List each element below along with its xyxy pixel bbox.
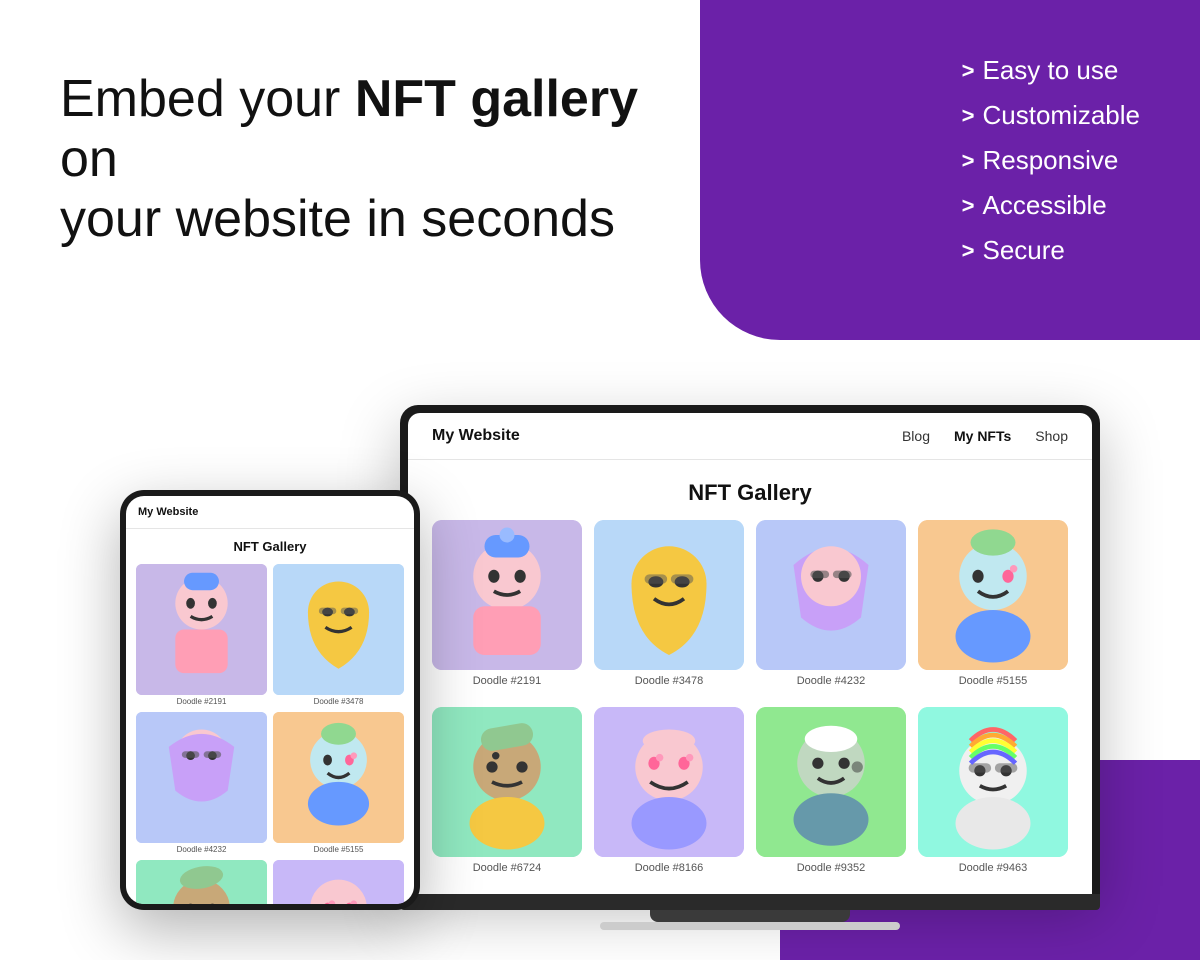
laptop-foot <box>600 922 900 930</box>
laptop-nft-label-5155: Doodle #5155 <box>959 675 1028 687</box>
feature-responsive: Responsive <box>962 145 1140 176</box>
laptop-nft-avatar-9463 <box>918 707 1068 857</box>
laptop-nft-6724: Doodle #6724 <box>432 707 582 874</box>
laptop-screen-wrapper: My Website Blog My NFTs Shop NFT Gallery <box>400 405 1100 894</box>
laptop-base <box>400 894 1100 910</box>
laptop-nft-avatar-5155 <box>918 520 1068 670</box>
nft-avatar-6724 <box>136 860 267 904</box>
feature-easy: Easy to use <box>962 55 1140 86</box>
laptop-nav-links: Blog My NFTs Shop <box>902 428 1068 444</box>
laptop-nft-avatar-8166 <box>594 707 744 857</box>
laptop-nft-9352: Doodle #9352 <box>756 707 906 874</box>
laptop-nft-avatar-2191 <box>432 520 582 670</box>
laptop-nft-avatar-6724 <box>432 707 582 857</box>
headline-line2: your website in seconds <box>60 190 615 248</box>
laptop-screen: My Website Blog My NFTs Shop NFT Gallery <box>408 413 1092 894</box>
feature-accessible: Accessible <box>962 190 1140 221</box>
tablet-screen: My Website NFT Gallery <box>126 496 414 904</box>
laptop-nft-2191: Doodle #2191 <box>432 520 582 687</box>
tablet-nft-6: Doodle #8166 <box>273 860 404 904</box>
tablet-nft-5: Doodle #6724 <box>136 860 267 904</box>
laptop-nft-3478: Doodle #3478 <box>594 520 744 687</box>
laptop-nft-avatar-3478 <box>594 520 744 670</box>
laptop-stand <box>650 910 850 922</box>
main-content: Embed your NFT gallery on your website i… <box>0 0 1200 960</box>
feature-customizable: Customizable <box>962 100 1140 131</box>
tablet-nft-label-4: Doodle #5155 <box>314 845 364 854</box>
nft-avatar-5155 <box>273 712 404 843</box>
nav-shop[interactable]: Shop <box>1035 428 1068 444</box>
tablet-device: My Website NFT Gallery <box>120 490 420 910</box>
laptop-nft-avatar-4232 <box>756 520 906 670</box>
laptop-device: My Website Blog My NFTs Shop NFT Gallery <box>400 405 1100 930</box>
tablet-gallery-title: NFT Gallery <box>126 529 414 564</box>
nft-avatar-2191 <box>136 564 267 695</box>
devices-container: My Website NFT Gallery <box>50 405 1170 930</box>
laptop-nft-label-3478: Doodle #3478 <box>635 675 704 687</box>
features-list: Easy to use Customizable Responsive Acce… <box>962 55 1140 280</box>
laptop-nft-label-9352: Doodle #9352 <box>797 862 866 874</box>
laptop-nft-label-2191: Doodle #2191 <box>473 675 542 687</box>
laptop-nft-label-6724: Doodle #6724 <box>473 862 542 874</box>
laptop-nft-avatar-9352 <box>756 707 906 857</box>
tablet-nft-4: Doodle #5155 <box>273 712 404 854</box>
laptop-grid-row1: Doodle #2191 <box>408 520 1092 707</box>
nft-avatar-8166 <box>273 860 404 904</box>
headline-nft-gallery: NFT gallery <box>355 70 638 128</box>
laptop-nft-9463: Doodle #9463 <box>918 707 1068 874</box>
nav-my-nfts[interactable]: My NFTs <box>954 428 1011 444</box>
tablet-nft-label-1: Doodle #2191 <box>177 697 227 706</box>
headline: Embed your NFT gallery on your website i… <box>60 70 680 249</box>
tablet-nft-label-3: Doodle #4232 <box>177 845 227 854</box>
laptop-nft-5155: Doodle #5155 <box>918 520 1068 687</box>
headline-line1-prefix: Embed your <box>60 70 355 128</box>
tablet-grid: Doodle #2191 <box>126 564 414 904</box>
headline-line1-end: on <box>60 130 118 188</box>
nft-avatar-4232 <box>136 712 267 843</box>
nft-avatar-3478 <box>273 564 404 695</box>
laptop-nft-4232: Doodle #4232 <box>756 520 906 687</box>
tablet-logo: My Website <box>138 506 198 518</box>
tablet-nav: My Website <box>126 496 414 529</box>
laptop-grid-row2: Doodle #6724 <box>408 707 1092 894</box>
laptop-nft-label-8166: Doodle #8166 <box>635 862 704 874</box>
tablet-nft-3: Doodle #4232 <box>136 712 267 854</box>
tablet-nft-2: Doodle #3478 <box>273 564 404 706</box>
tablet-nft-label-2: Doodle #3478 <box>314 697 364 706</box>
laptop-nav-logo: My Website <box>432 427 520 445</box>
laptop-nft-label-4232: Doodle #4232 <box>797 675 866 687</box>
laptop-nav: My Website Blog My NFTs Shop <box>408 413 1092 460</box>
laptop-gallery-title: NFT Gallery <box>408 460 1092 520</box>
tablet-nft-1: Doodle #2191 <box>136 564 267 706</box>
nav-blog[interactable]: Blog <box>902 428 930 444</box>
laptop-nft-8166: Doodle #8166 <box>594 707 744 874</box>
laptop-nft-label-9463: Doodle #9463 <box>959 862 1028 874</box>
feature-secure: Secure <box>962 235 1140 266</box>
